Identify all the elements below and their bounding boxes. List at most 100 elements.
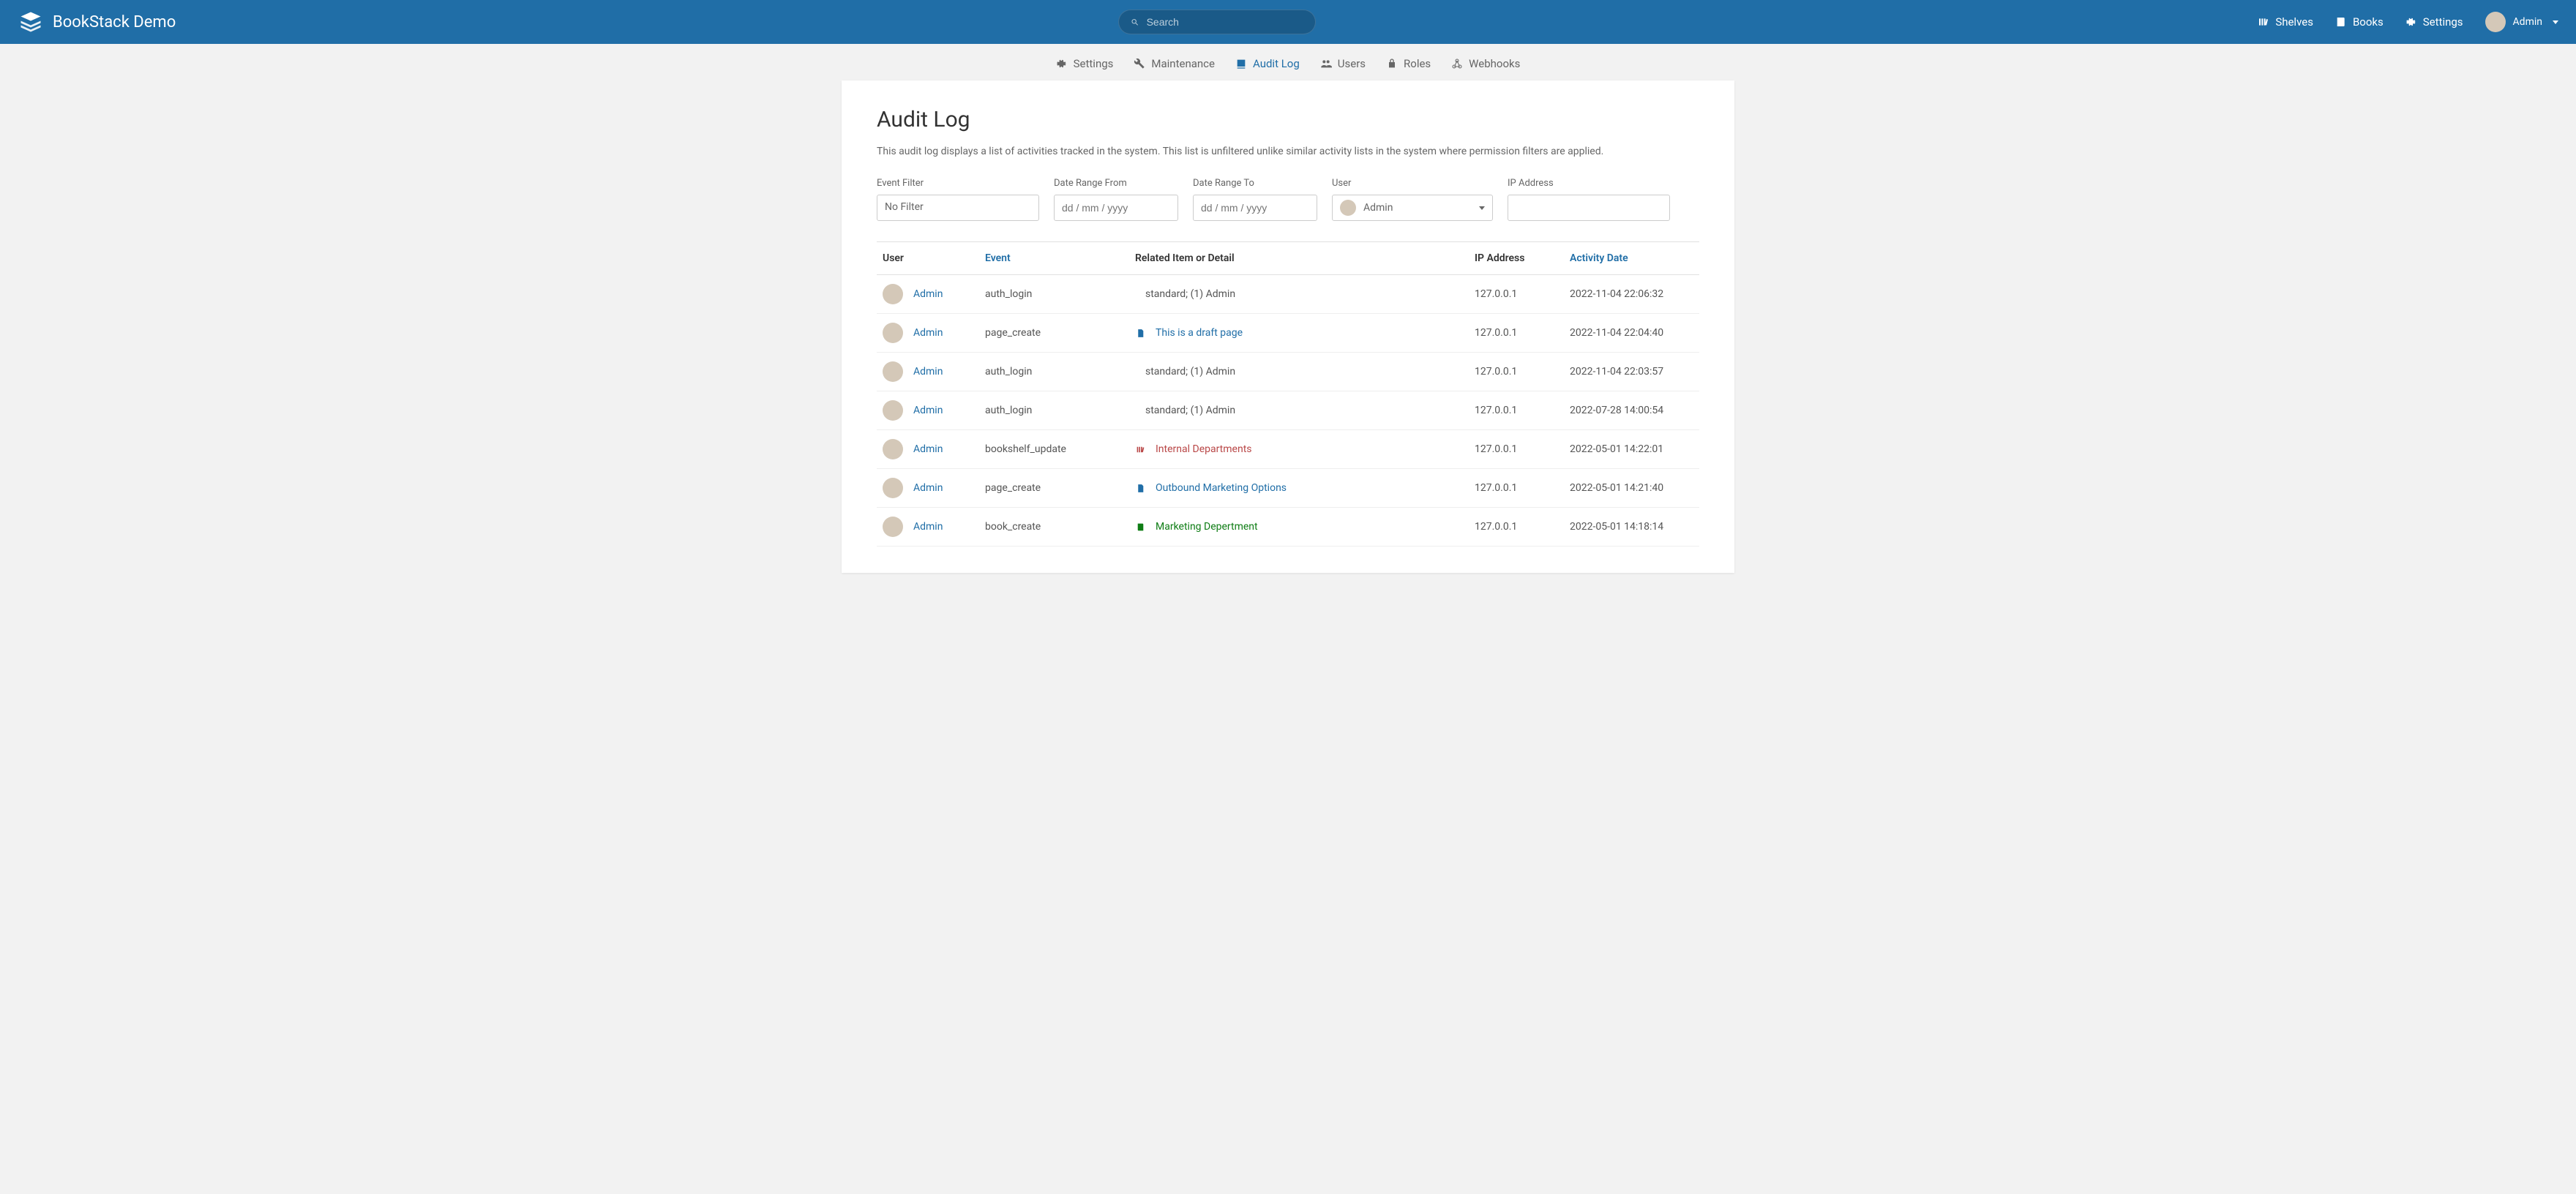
user-avatar	[883, 517, 903, 537]
bookstack-logo-icon	[18, 9, 44, 35]
shelf-icon	[1135, 445, 1145, 454]
brand-text: BookStack Demo	[53, 13, 176, 31]
filter-event-label: Event Filter	[877, 178, 1039, 189]
user-link[interactable]: Admin	[913, 288, 943, 300]
user-avatar	[883, 400, 903, 421]
table-row: Admin book_create Marketing Depertment 127.…	[877, 508, 1699, 547]
ip-cell: 127.0.0.1	[1469, 508, 1564, 547]
user-cell: Admin	[883, 361, 973, 382]
main-card: Audit Log This audit log displays a list…	[842, 80, 1734, 573]
date-cell: 2022-05-01 14:22:01	[1564, 430, 1699, 469]
wrench-icon	[1134, 58, 1145, 70]
subnav-roles[interactable]: Roles	[1386, 57, 1431, 70]
table-row: Adminbookshelf_updateInternal Department…	[877, 430, 1699, 469]
item-link[interactable]: Marketing Depertment	[1156, 521, 1258, 533]
item-link[interactable]: Internal Departments	[1156, 443, 1252, 455]
audit-table: User Event Related Item or Detail IP Add…	[877, 242, 1699, 547]
date-cell: 2022-07-28 14:00:54	[1564, 391, 1699, 430]
user-avatar	[2485, 12, 2506, 32]
date-cell: 2022-11-04 22:06:32	[1564, 275, 1699, 314]
ip-cell: 127.0.0.1	[1469, 353, 1564, 391]
user-cell: Admin	[883, 400, 973, 421]
item-link[interactable]: Outbound Marketing Options	[1156, 482, 1287, 494]
item-detail-text: standard; (1) Admin	[1135, 288, 1235, 300]
gear-icon	[1056, 58, 1068, 70]
webhook-icon	[1451, 58, 1463, 70]
nav-shelves-label: Shelves	[2275, 15, 2313, 29]
item-link-wrapper: Internal Departments	[1135, 443, 1463, 455]
item-detail-text: standard; (1) Admin	[1135, 366, 1235, 378]
date-cell: 2022-05-01 14:18:14	[1564, 508, 1699, 547]
search-box[interactable]	[1118, 10, 1316, 34]
user-link[interactable]: Admin	[913, 482, 943, 494]
user-avatar	[883, 323, 903, 343]
date-cell: 2022-11-04 22:03:57	[1564, 353, 1699, 391]
subnav-settings-label: Settings	[1074, 57, 1114, 70]
book-icon	[1135, 522, 1145, 532]
user-link[interactable]: Admin	[913, 405, 943, 416]
ip-cell: 127.0.0.1	[1469, 275, 1564, 314]
user-avatar	[883, 284, 903, 304]
nav-books-label: Books	[2353, 15, 2384, 29]
user-link[interactable]: Admin	[913, 443, 943, 455]
user-cell: Admin	[883, 517, 973, 537]
chevron-down-icon	[1479, 206, 1485, 210]
event-cell: book_create	[979, 508, 1129, 547]
user-menu[interactable]: Admin	[2485, 12, 2558, 32]
th-date[interactable]: Activity Date	[1564, 242, 1699, 275]
table-row: Adminauth_loginstandard; (1) Admin127.0.…	[877, 391, 1699, 430]
table-row: Adminpage_createOutbound Marketing Optio…	[877, 469, 1699, 508]
th-event[interactable]: Event	[979, 242, 1129, 275]
page-icon	[1135, 484, 1145, 493]
users-icon	[1320, 58, 1332, 70]
filter-date-from-label: Date Range From	[1054, 178, 1178, 189]
brand[interactable]: BookStack Demo	[18, 9, 176, 35]
subnav-maintenance-label: Maintenance	[1151, 57, 1215, 70]
header-right: Shelves Books Settings Admin	[2258, 12, 2558, 32]
subnav-audit-log[interactable]: Audit Log	[1235, 57, 1300, 70]
date-cell: 2022-05-01 14:21:40	[1564, 469, 1699, 508]
search-input[interactable]	[1147, 16, 1303, 28]
page-icon	[1135, 328, 1145, 338]
subnav-users[interactable]: Users	[1320, 57, 1366, 70]
user-cell: Admin	[883, 478, 973, 498]
subnav-settings[interactable]: Settings	[1056, 57, 1114, 70]
subnav-maintenance[interactable]: Maintenance	[1134, 57, 1215, 70]
lock-icon	[1386, 58, 1398, 70]
item-cell: standard; (1) Admin	[1129, 275, 1469, 314]
books-icon	[2335, 16, 2347, 28]
user-avatar	[883, 439, 903, 459]
subnav-audit-log-label: Audit Log	[1253, 57, 1300, 70]
item-cell: Marketing Depertment	[1129, 508, 1469, 547]
user-link[interactable]: Admin	[913, 366, 943, 378]
header-center	[176, 10, 2258, 34]
nav-books[interactable]: Books	[2335, 15, 2384, 29]
shelves-icon	[2258, 16, 2269, 28]
ip-cell: 127.0.0.1	[1469, 430, 1564, 469]
item-cell: Internal Departments	[1129, 430, 1469, 469]
user-link[interactable]: Admin	[913, 327, 943, 339]
item-cell: Outbound Marketing Options	[1129, 469, 1469, 508]
user-name: Admin	[2513, 16, 2542, 28]
subnav-users-label: Users	[1338, 57, 1366, 70]
ip-cell: 127.0.0.1	[1469, 391, 1564, 430]
subnav-webhooks[interactable]: Webhooks	[1451, 57, 1520, 70]
subnav-roles-label: Roles	[1404, 57, 1431, 70]
item-link-wrapper: This is a draft page	[1135, 327, 1463, 339]
table-row: Adminpage_createThis is a draft page127.…	[877, 314, 1699, 353]
item-link[interactable]: This is a draft page	[1156, 327, 1243, 339]
filter-date-to-input[interactable]	[1193, 195, 1317, 221]
filter-user-select[interactable]: Admin	[1332, 195, 1493, 221]
user-link[interactable]: Admin	[913, 521, 943, 533]
th-item: Related Item or Detail	[1129, 242, 1469, 275]
item-link-wrapper: Outbound Marketing Options	[1135, 482, 1463, 494]
filter-event-select[interactable]: No Filter	[877, 195, 1039, 221]
nav-shelves[interactable]: Shelves	[2258, 15, 2313, 29]
tablet-icon	[1235, 58, 1247, 70]
nav-settings-label: Settings	[2423, 15, 2463, 29]
filter-ip-input[interactable]	[1508, 195, 1670, 221]
filter-event-value: No Filter	[885, 201, 924, 213]
nav-settings[interactable]: Settings	[2405, 15, 2463, 29]
filter-user-value: Admin	[1363, 202, 1393, 214]
filter-date-from-input[interactable]	[1054, 195, 1178, 221]
